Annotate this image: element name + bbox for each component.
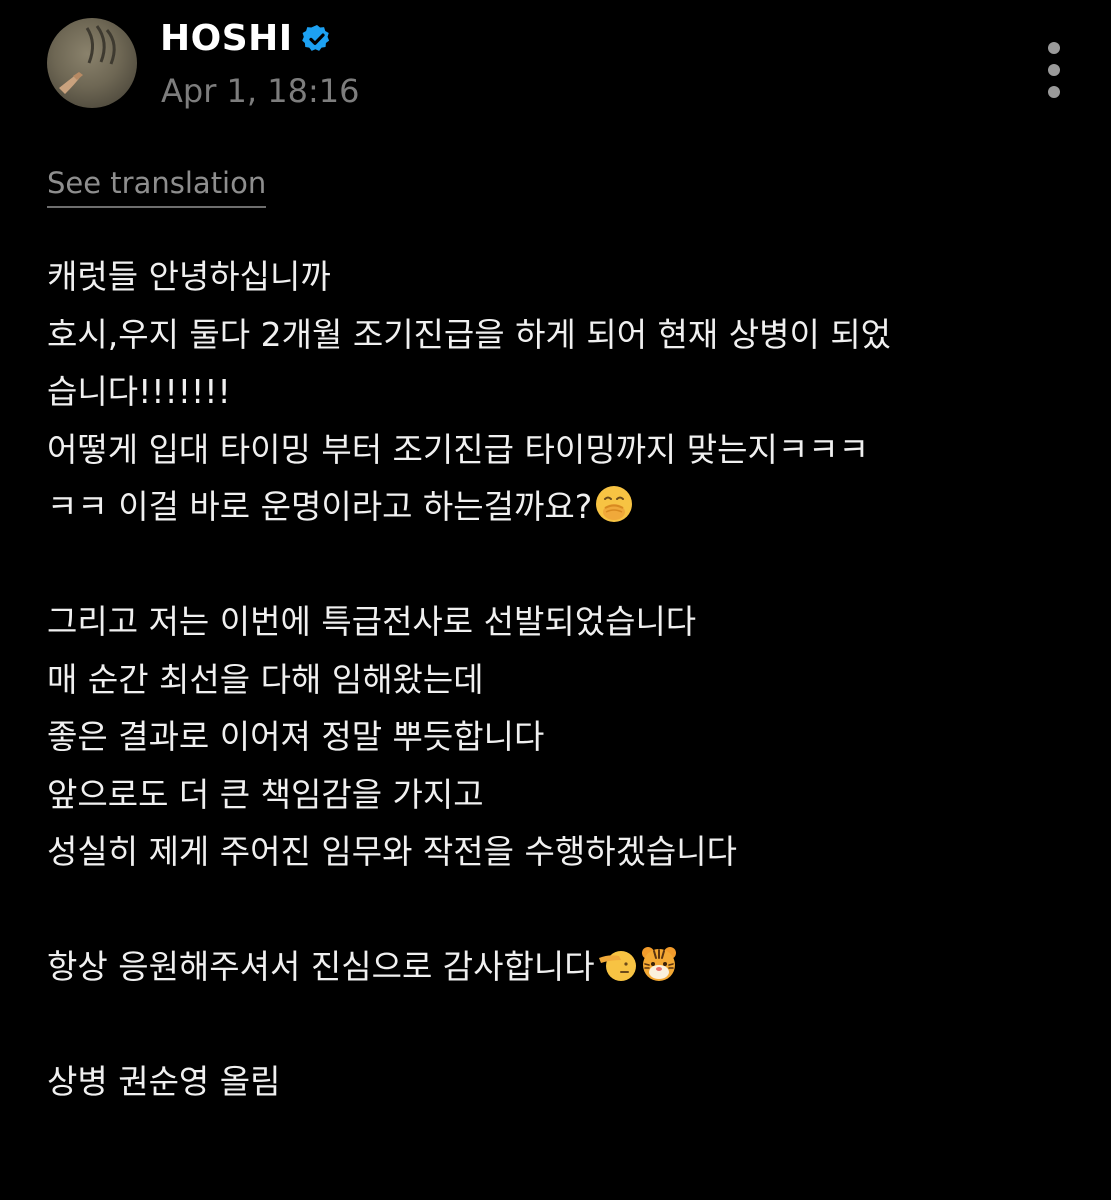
saluting-face-emoji-icon	[597, 944, 637, 984]
post-line-text: 항상 응원해주셔서 진심으로 감사합니다	[47, 947, 595, 986]
author-avatar[interactable]	[47, 18, 137, 108]
post-timestamp: Apr 1, 18:16	[161, 72, 360, 110]
paragraph-break	[47, 881, 1077, 939]
post-line: 앞으로도 더 큰 책임감을 가지고	[47, 774, 484, 814]
post-body: 캐럿들 안녕하십니까 호시,우지 둘다 2개월 조기진급을 하게 되어 현재 상…	[47, 248, 1077, 1111]
post-line: 캐럿들 안녕하십니까	[47, 257, 331, 296]
post-line: 호시,우지 둘다 2개월 조기진급을 하게 되어 현재 상병이 되었	[47, 314, 892, 354]
post-line: 성실히 제게 주어진 임무와 작전을 수행하겠습니다	[47, 832, 738, 871]
post-signature: 상병 권순영 올림	[47, 1062, 281, 1101]
post-line: 어떻게 입대 타이밍 부터 조기진급 타이밍까지 맞는지ㅋㅋㅋ	[47, 429, 869, 469]
see-translation-link[interactable]: See translation	[47, 164, 267, 208]
more-vertical-icon	[1048, 42, 1060, 54]
post-line: 매 순간 최선을 다해 임해왔는데	[47, 659, 484, 699]
hand-over-mouth-emoji-icon	[594, 484, 634, 524]
post-line: 좋은 결과로 이어져 정말 뿌듯합니다	[47, 717, 545, 756]
post-line: 그리고 저는 이번에 특급전사로 선발되었습니다	[47, 602, 697, 641]
post-line-with-emoji: ㅋㅋ 이걸 바로 운명이라고 하는걸까요?	[47, 478, 1077, 536]
post-line-text: ㅋㅋ 이걸 바로 운명이라고 하는걸까요?	[47, 487, 593, 526]
post-line: 습니다!!!!!!!	[47, 372, 231, 411]
more-vertical-icon-dot	[1048, 64, 1060, 76]
more-options-button[interactable]	[1036, 42, 1072, 98]
paragraph-break	[47, 996, 1077, 1054]
more-vertical-icon-dot	[1048, 86, 1060, 98]
verified-badge-icon	[301, 23, 333, 55]
author-name[interactable]: HOSHI	[160, 14, 293, 64]
author-name-row[interactable]: HOSHI	[160, 14, 333, 64]
avatar-photo-icon	[59, 25, 116, 94]
paragraph-break	[47, 536, 1077, 594]
tiger-face-emoji-icon	[639, 944, 679, 984]
post-line-with-emoji: 항상 응원해주셔서 진심으로 감사합니다	[47, 938, 1077, 996]
